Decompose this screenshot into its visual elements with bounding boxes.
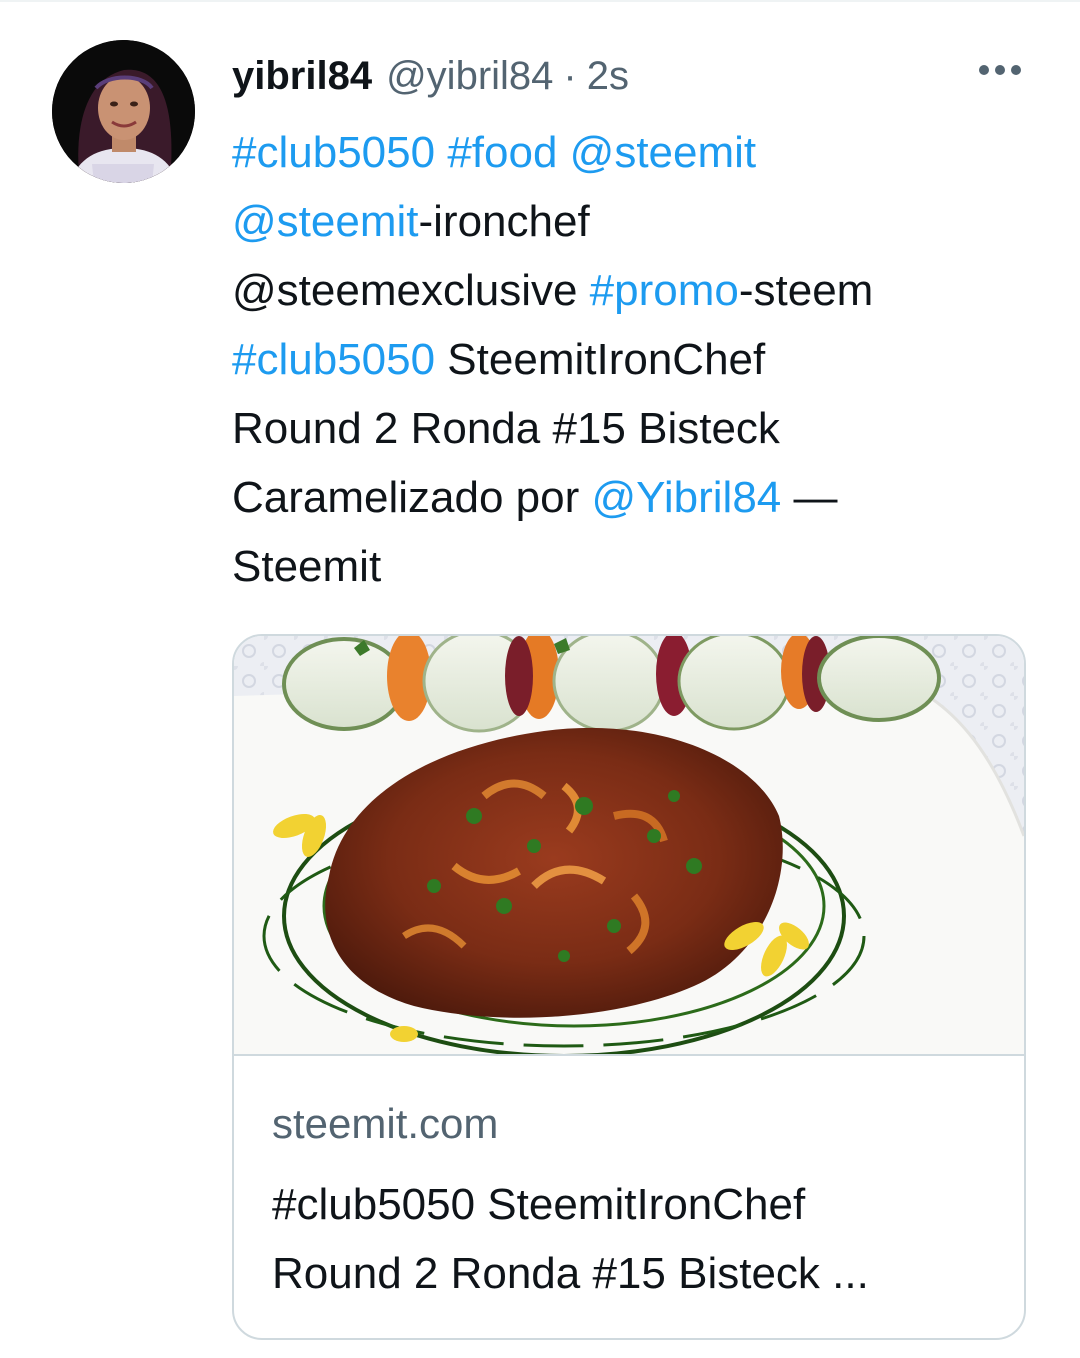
card-title: #club5050 SteemitIronChef Round 2 Ronda … xyxy=(272,1170,992,1308)
tweet-text-line: #club5050 SteemitIronChef xyxy=(232,325,1012,394)
more-options-button[interactable] xyxy=(972,52,1028,88)
card-image xyxy=(234,636,1024,1056)
tweet-header: yibril84 @yibril84 · 2s xyxy=(232,48,629,104)
tweet-text-segment: -ironchef xyxy=(418,197,590,246)
author-avatar[interactable] xyxy=(52,40,195,183)
more-options-icon xyxy=(979,65,1021,75)
header-separator: · xyxy=(563,53,577,98)
card-domain: steemit.com xyxy=(272,1100,499,1147)
user-avatar-icon xyxy=(52,40,195,183)
tweet-text-segment: — xyxy=(781,473,838,522)
link-preview-card[interactable]: steemit.com #club5050 SteemitIronChef Ro… xyxy=(232,634,1026,1340)
author-handle[interactable]: @yibril84 xyxy=(386,54,553,99)
tweet-text-segment: Round 2 Ronda #15 Bisteck xyxy=(232,404,780,453)
hashtag-link[interactable]: #club5050 xyxy=(232,128,435,177)
card-title-line: #club5050 SteemitIronChef xyxy=(272,1180,806,1229)
hashtag-link[interactable]: #food xyxy=(447,128,557,177)
tweet-timestamp[interactable]: 2s xyxy=(587,54,629,99)
tweet-text-line: #club5050 #food @steemit xyxy=(232,118,1012,187)
tweet-text-segment: -steem xyxy=(738,266,874,315)
mention-link[interactable]: @steemit xyxy=(232,197,418,246)
tweet-text: #club5050 #food @steemit @steemit-ironche… xyxy=(232,118,1012,601)
card-title-line: Round 2 Ronda #15 Bisteck ... xyxy=(272,1249,869,1298)
tweet-text-line: Steemit xyxy=(232,532,1012,601)
tweet-text-segment xyxy=(557,128,569,177)
steak-dish-photo-icon xyxy=(234,636,1024,1054)
tweet-text-line: @steemit-ironchef xyxy=(232,187,1012,256)
tweet-text-line: @steemexclusive #promo-steem xyxy=(232,256,1012,325)
tweet-text-line: Caramelizado por @Yibril84 — xyxy=(232,463,1012,532)
tweet-text-segment: SteemitIronChef xyxy=(435,335,766,384)
tweet-text-line: Round 2 Ronda #15 Bisteck xyxy=(232,394,1012,463)
hashtag-link[interactable]: #club5050 xyxy=(232,335,435,384)
tweet-text-segment: Caramelizado por xyxy=(232,473,592,522)
top-divider xyxy=(0,0,1080,2)
tweet-text-segment: @steemexclusive xyxy=(232,266,590,315)
mention-link[interactable]: @Yibril84 xyxy=(592,473,782,522)
author-display-name[interactable]: yibril84 xyxy=(232,54,372,99)
mention-link[interactable]: @steemit xyxy=(570,128,756,177)
hashtag-link[interactable]: #promo xyxy=(590,266,739,315)
tweet-text-segment: Steemit xyxy=(232,542,382,591)
tweet-text-segment xyxy=(435,128,447,177)
